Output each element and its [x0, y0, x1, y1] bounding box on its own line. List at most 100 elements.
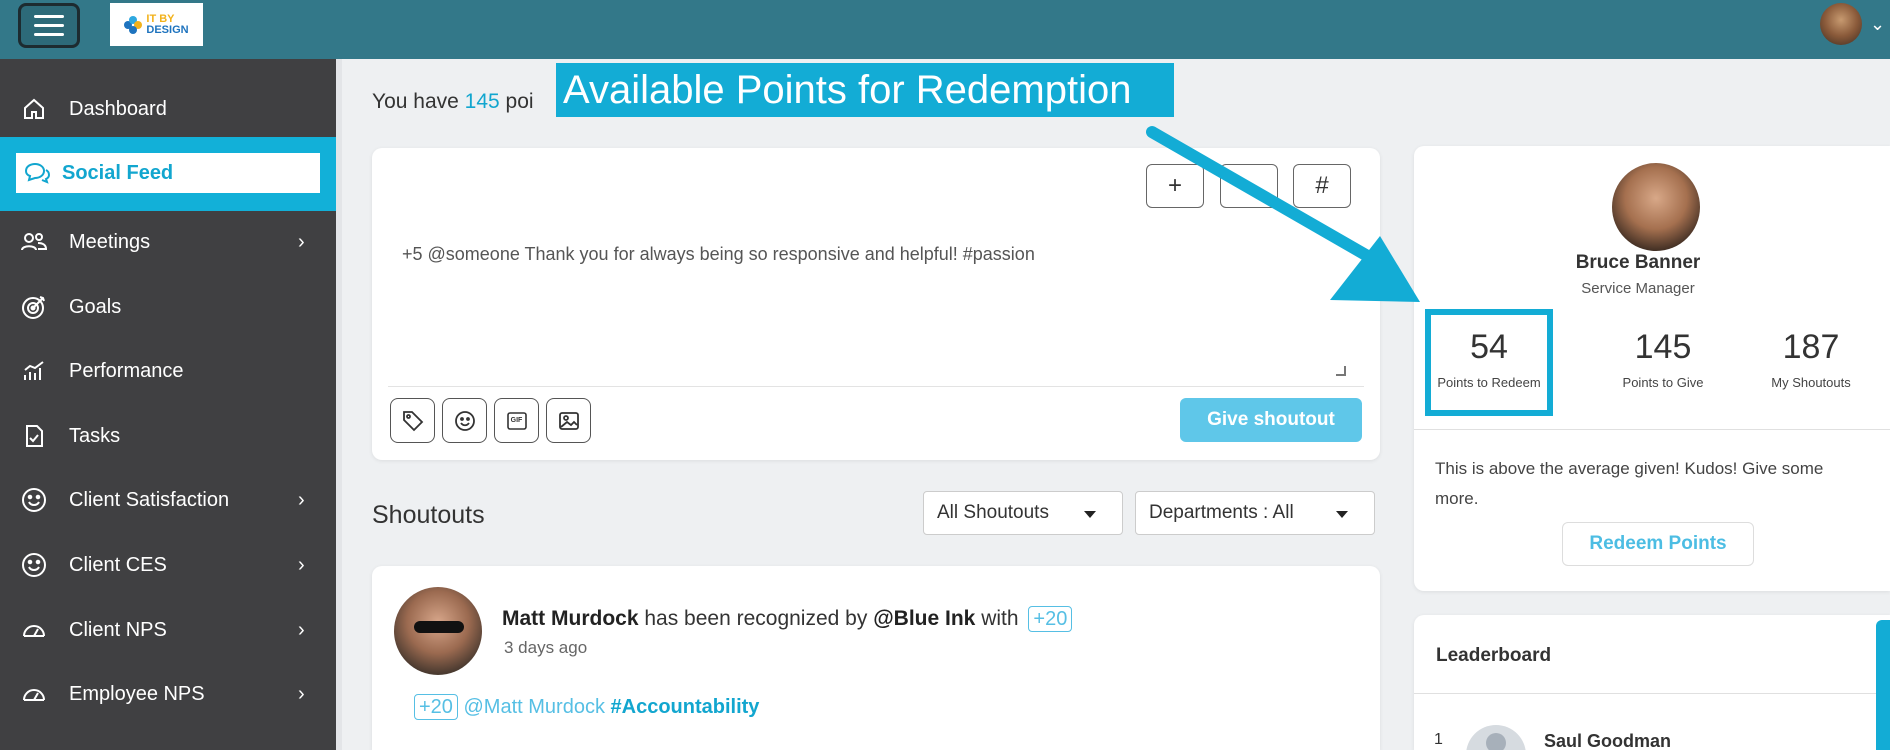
give-shoutout-button[interactable]: Give shoutout — [1180, 398, 1362, 442]
points-suffix: poi — [505, 90, 534, 113]
logo-text-bottom: DESIGN — [146, 23, 189, 36]
shoutout-card: Matt Murdock has been recognized by @Blu… — [372, 566, 1380, 750]
smiley-icon — [20, 551, 48, 579]
sidebar-item-client-ces[interactable]: Client CES › — [0, 535, 336, 595]
shoutout-textarea[interactable]: +5 @someone Thank you for always being s… — [402, 244, 1302, 265]
chevron-right-icon: › — [298, 618, 305, 641]
task-document-icon — [20, 422, 48, 450]
leaderboard-avatar — [1466, 725, 1526, 750]
points-summary: You have 145 poi — [372, 90, 534, 114]
profile-avatar — [1612, 163, 1700, 251]
callout-label: Available Points for Redemption — [556, 63, 1174, 117]
shoutouts-filter-dropdown[interactable]: All Shoutouts — [923, 491, 1123, 535]
company-logo[interactable]: IT BY DESIGN — [110, 3, 203, 46]
logo-text: IT BY DESIGN — [146, 12, 189, 36]
emoji-icon — [454, 410, 475, 431]
menu-toggle-button[interactable] — [18, 3, 80, 48]
textarea-resize-handle[interactable] — [1336, 366, 1346, 376]
profile-card: Bruce Banner Service Manager 54 Points t… — [1414, 146, 1890, 591]
leaderboard-divider — [1414, 693, 1890, 694]
composer-divider — [388, 386, 1364, 387]
home-icon — [20, 95, 48, 123]
points-value: 145 — [464, 90, 500, 113]
person-icon: • — [1244, 172, 1254, 199]
hamburger-line — [34, 24, 64, 27]
gauge-icon — [20, 616, 48, 644]
points-prefix: You have — [372, 90, 459, 113]
leaderboard-rank: 1 — [1434, 731, 1443, 748]
caret-down-icon — [1336, 511, 1348, 518]
leaderboard-name[interactable]: Saul Goodman — [1544, 731, 1671, 750]
shoutout-body: +20 @Matt Murdock #Accountability — [414, 694, 759, 720]
leaderboard-card: Leaderboard 1 Saul Goodman — [1414, 615, 1890, 750]
stat-points-to-give: 145 Points to Give — [1588, 328, 1738, 390]
add-button[interactable]: + — [1146, 164, 1204, 208]
giver-name[interactable]: @Blue Ink — [873, 607, 975, 630]
shoutouts-title: Shoutouts — [372, 501, 485, 529]
sidebar-item-client-satisfaction[interactable]: Client Satisfaction › — [0, 470, 336, 530]
hashtag-button[interactable]: # — [1293, 164, 1351, 208]
shoutout-headline: Matt Murdock has been recognized by @Blu… — [502, 606, 1073, 632]
chevron-right-icon: › — [298, 488, 305, 511]
logo-text-top: IT BY — [146, 12, 175, 25]
avatar-placeholder-icon — [1486, 733, 1506, 750]
recipient-name[interactable]: Matt Murdock — [502, 607, 639, 630]
sidebar-item-dashboard[interactable]: Dashboard — [0, 79, 336, 139]
sidebar-item-social-feed-highlight: Social Feed — [0, 137, 336, 211]
sidebar-item-label: Dashboard — [69, 97, 167, 120]
target-icon — [20, 293, 48, 321]
people-icon — [20, 228, 48, 256]
scroll-accent-bar[interactable] — [1876, 620, 1890, 750]
profile-name: Bruce Banner — [1575, 252, 1701, 273]
departments-filter-value: Departments : All — [1149, 502, 1294, 523]
leaderboard-title: Leaderboard — [1436, 645, 1552, 666]
user-menu-chevron-icon[interactable]: ⌄ — [1870, 14, 1885, 35]
sidebar-item-label: Client CES — [69, 553, 167, 576]
caret-down-icon — [1084, 511, 1096, 518]
chevron-right-icon: › — [298, 682, 305, 705]
user-avatar[interactable] — [1820, 3, 1862, 45]
sidebar-item-label: Social Feed — [62, 161, 174, 184]
gif-label: GIF — [510, 417, 523, 424]
mention-button[interactable]: • — [1220, 164, 1278, 208]
sidebar-item-label: Performance — [69, 359, 184, 382]
tag-icon — [402, 410, 423, 431]
stat-my-shoutouts: 187 My Shoutouts — [1736, 328, 1886, 390]
body-points-badge: +20 — [414, 694, 458, 720]
sidebar-item-label: Goals — [69, 295, 122, 318]
profile-role: Service Manager — [1581, 280, 1695, 297]
stat-value: 145 — [1634, 328, 1692, 366]
hamburger-line — [34, 15, 64, 18]
sidebar-item-employee-nps[interactable]: Employee NPS › — [0, 664, 336, 724]
stat-label: Points to Give — [1622, 375, 1704, 390]
shoutout-timestamp: 3 days ago — [504, 638, 588, 657]
redeem-points-button[interactable]: Redeem Points — [1562, 522, 1754, 566]
chevron-right-icon: › — [298, 230, 305, 253]
sidebar-item-goals[interactable]: Goals — [0, 277, 336, 337]
sidebar-item-meetings[interactable]: Meetings › — [0, 212, 336, 272]
departments-filter-dropdown[interactable]: Departments : All — [1135, 491, 1375, 535]
points-to-redeem-highlight — [1425, 309, 1553, 416]
body-mention[interactable]: @Matt Murdock — [464, 696, 605, 718]
plus-icon: + — [1167, 172, 1182, 199]
sidebar-item-tasks[interactable]: Tasks — [0, 406, 336, 466]
chevron-right-icon: › — [298, 553, 305, 576]
body-hashtag[interactable]: #Accountability — [611, 696, 760, 718]
gif-button[interactable]: GIF — [494, 398, 539, 443]
sidebar-item-label: Employee NPS — [69, 682, 205, 705]
chat-icon — [22, 159, 52, 187]
sidebar-item-label: Tasks — [69, 424, 121, 447]
sidebar-item-social-feed[interactable]: Social Feed — [16, 153, 320, 193]
tag-button[interactable] — [390, 398, 435, 443]
shoutout-composer: + • # +5 @someone Thank you for always b… — [372, 148, 1380, 460]
performance-chart-icon — [20, 357, 48, 385]
sidebar-item-label: Meetings — [69, 230, 151, 253]
image-button[interactable] — [546, 398, 591, 443]
sidebar-item-label: Client NPS — [69, 618, 167, 641]
gauge-icon — [20, 680, 48, 708]
hashtag-icon: # — [1315, 172, 1329, 199]
recipient-avatar[interactable] — [394, 587, 482, 675]
sidebar-item-performance[interactable]: Performance — [0, 341, 336, 401]
sidebar-item-client-nps[interactable]: Client NPS › — [0, 600, 336, 660]
emoji-button[interactable] — [442, 398, 487, 443]
